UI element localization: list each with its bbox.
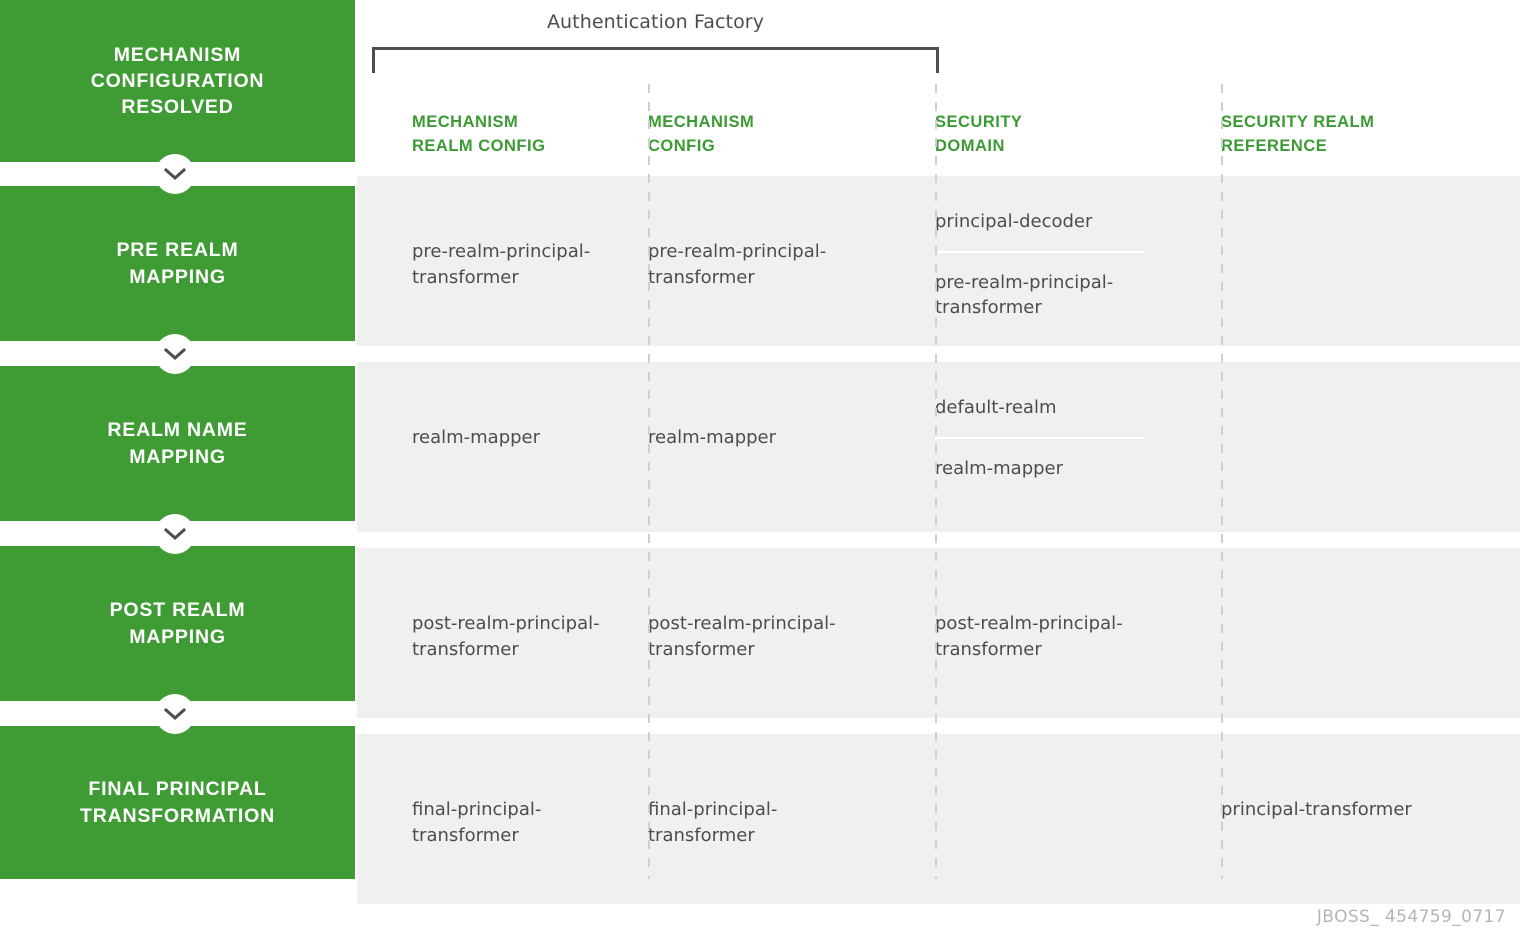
chevron-down-icon xyxy=(155,154,195,194)
column-separator-3 xyxy=(1221,84,1223,879)
matrix-row-final-principal-transformation: final-principal- transformer final-princi… xyxy=(357,734,1520,904)
authentication-factory-label: Authentication Factory xyxy=(546,11,765,33)
cell-pre-realm-mapping-mechanism-config: pre-realm-principal- transformer xyxy=(648,176,923,290)
cell-pre-realm-mapping-mechanism-realm-config: pre-realm-principal- transformer xyxy=(412,176,637,290)
stage-post-realm-mapping: POST REALM MAPPING xyxy=(0,546,355,701)
cell-post-realm-mapping-mechanism-realm-config: post-realm-principal- transformer xyxy=(412,548,637,662)
cell-value: post-realm-principal- transformer xyxy=(412,613,600,660)
cell-realm-name-mapping-mechanism-realm-config: realm-mapper xyxy=(412,362,637,451)
cell-post-realm-mapping-security-domain: post-realm-principal- transformer xyxy=(935,548,1210,662)
diagram-root: Authentication Factory MECHANISM REALM C… xyxy=(0,0,1520,940)
cell-final-principal-transformation-mechanism-realm-config: final-principal- transformer xyxy=(412,734,637,848)
cell-realm-name-mapping-security-domain: default-realm realm-mapper xyxy=(935,362,1210,481)
column-separator-1 xyxy=(648,84,650,879)
cell-value: realm-mapper xyxy=(648,427,777,448)
stage-mechanism-configuration-resolved: MECHANISM CONFIGURATION RESOLVED xyxy=(0,0,355,162)
cell-post-realm-mapping-security-realm-reference xyxy=(1221,548,1501,611)
cell-value: post-realm-principal- transformer xyxy=(935,613,1123,660)
cell-value: principal-transformer xyxy=(1221,799,1412,820)
chevron-down-icon xyxy=(155,693,195,734)
stage-flow-column: MECHANISM CONFIGURATION RESOLVED PRE REAL… xyxy=(0,0,355,880)
column-header-security-realm-reference: SECURITY REALM REFERENCE xyxy=(1221,113,1375,155)
cell-post-realm-mapping-mechanism-config: post-realm-principal- transformer xyxy=(648,548,923,662)
cell-value: realm-mapper xyxy=(935,457,1064,479)
cell-value: final-principal- transformer xyxy=(648,799,778,846)
matrix-row-realm-name-mapping: realm-mapper realm-mapper default-realm rea… xyxy=(357,362,1520,532)
cell-divider xyxy=(935,250,1145,253)
authentication-factory-bracket xyxy=(372,47,939,73)
cell-value: pre-realm-principal- transformer xyxy=(935,271,1114,319)
cell-pre-realm-mapping-security-domain: principal-decoder pre-realm-principal- tr… xyxy=(935,176,1210,321)
column-separator-2 xyxy=(935,84,937,879)
footer-code: JBOSS_ 454759_0717 xyxy=(1316,907,1506,927)
cell-value: final-principal- transformer xyxy=(412,799,542,846)
stage-realm-name-mapping: REALM NAME MAPPING xyxy=(0,366,355,521)
matrix-body: pre-realm-principal- transformer pre-real… xyxy=(357,84,1520,904)
cell-value: default-realm xyxy=(935,397,1057,418)
chevron-down-icon xyxy=(155,333,195,374)
cell-value: realm-mapper xyxy=(412,427,541,448)
stage-final-principal-transformation: FINAL PRINCIPAL TRANSFORMATION xyxy=(0,726,355,879)
stage-pre-realm-mapping: PRE REALM MAPPING xyxy=(0,186,355,341)
cell-realm-name-mapping-mechanism-config: realm-mapper xyxy=(648,362,923,451)
cell-final-principal-transformation-mechanism-config: final-principal- transformer xyxy=(648,734,923,848)
column-header-security-domain: SECURITY DOMAIN xyxy=(935,113,1023,155)
chevron-down-icon xyxy=(155,513,195,554)
cell-value: pre-realm-principal- transformer xyxy=(412,241,591,288)
cell-value: pre-realm-principal- transformer xyxy=(648,241,827,288)
cell-divider xyxy=(935,436,1145,439)
column-header-mechanism-realm-config: MECHANISM REALM CONFIG xyxy=(412,113,546,155)
cell-realm-name-mapping-security-realm-reference xyxy=(1221,362,1501,425)
matrix-row-post-realm-mapping: post-realm-principal- transformer post-re… xyxy=(357,548,1520,718)
cell-final-principal-transformation-security-realm-reference: principal-transformer xyxy=(1221,734,1501,823)
column-header-mechanism-config: MECHANISM CONFIG xyxy=(648,113,755,155)
column-header-row: MECHANISM REALM CONFIG MECHANISM CONFIG SE… xyxy=(357,84,1520,176)
cell-value: post-realm-principal- transformer xyxy=(648,613,836,660)
cell-pre-realm-mapping-security-realm-reference xyxy=(1221,176,1501,239)
cell-final-principal-transformation-security-domain xyxy=(935,734,1210,797)
matrix-row-pre-realm-mapping: pre-realm-principal- transformer pre-real… xyxy=(357,176,1520,346)
cell-value: principal-decoder xyxy=(935,211,1093,232)
